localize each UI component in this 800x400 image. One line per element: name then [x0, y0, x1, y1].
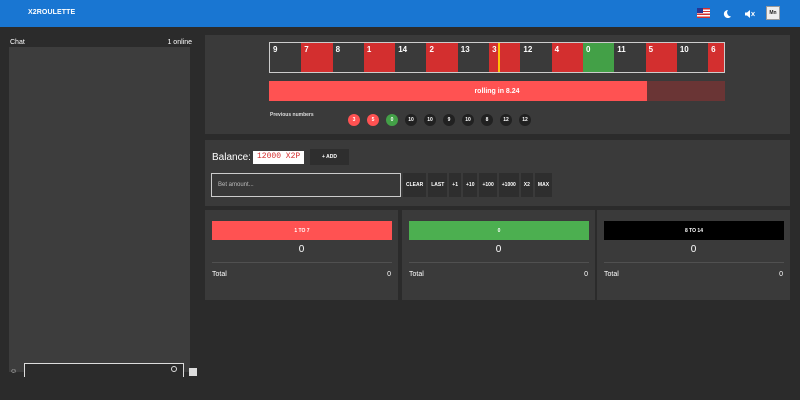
bet-high-total: 0 — [779, 271, 783, 278]
roulette-cell-number: 14 — [398, 45, 408, 54]
bet-max-button[interactable]: MAX — [534, 173, 553, 197]
emoji-icon[interactable]: ☺ — [10, 368, 17, 375]
balance-label: Balance: — [212, 152, 251, 163]
bet-high-button[interactable]: 8 TO 14 — [604, 221, 784, 240]
roulette-cell-number: 3 — [492, 45, 497, 54]
previous-number: 12 — [500, 114, 512, 126]
roulette-cell-number: 11 — [617, 45, 626, 54]
previous-numbers-label: Previous numbers — [270, 112, 314, 118]
bet-column-high: 8 TO 14 0 Total 0 — [597, 210, 790, 300]
bet-low-total: 0 — [387, 271, 391, 278]
roulette-cell-number: 8 — [335, 45, 341, 54]
previous-number: 3 — [348, 114, 360, 126]
divider — [604, 262, 784, 263]
bet-plus-100-button[interactable]: +100 — [479, 173, 497, 197]
bet-column-low: 1 TO 7 0 Total 0 — [205, 210, 398, 300]
send-button[interactable] — [189, 368, 197, 376]
brand-logo[interactable]: X2ROULETTE — [28, 9, 75, 16]
moon-icon[interactable] — [720, 7, 733, 20]
chat-messages[interactable] — [9, 47, 190, 372]
roulette-cell: 14 — [395, 43, 427, 72]
bet-card: Balance: 12000 X2P + ADD Bet amount... C… — [205, 140, 790, 206]
chat-input-icon[interactable] — [171, 366, 177, 372]
roulette-cell-number: 9 — [273, 45, 278, 54]
roulette-cell: 12 — [520, 43, 552, 72]
bet-zero-total-label: Total — [409, 271, 424, 278]
previous-number: 10 — [462, 114, 474, 126]
bet-high-amount: 0 — [690, 244, 697, 255]
roulette-cell: 9 — [270, 43, 302, 72]
bet-column-zero: 0 0 Total 0 — [402, 210, 595, 300]
volume-mute-icon[interactable] — [743, 7, 756, 20]
previous-number: 10 — [405, 114, 417, 126]
roulette-cell: 0 — [582, 43, 615, 72]
user-avatar[interactable]: Mn — [766, 6, 780, 20]
bet-amount-input[interactable]: Bet amount... — [211, 173, 401, 197]
bet-zero-total: 0 — [584, 271, 588, 278]
chat-panel: Chat 1 online — [0, 27, 198, 400]
bet-zero-amount: 0 — [495, 244, 502, 255]
roll-progress: rolling in 8.24 — [269, 81, 725, 101]
previous-number: 5 — [367, 114, 379, 126]
roulette-cell-number: 7 — [304, 45, 309, 54]
bet-low-button[interactable]: 1 TO 7 — [212, 221, 392, 240]
roulette-cell: 2 — [426, 43, 458, 72]
roulette-cell-number: 2 — [429, 45, 434, 54]
us-flag-icon[interactable] — [697, 8, 710, 18]
roulette-cell-number: 6 — [711, 45, 716, 54]
bet-plus-1-button[interactable]: +1 — [449, 173, 461, 197]
roulette-cell: 11 — [614, 43, 646, 72]
roulette-cell: 5 — [645, 43, 677, 72]
bet-zero-button[interactable]: 0 — [409, 221, 589, 240]
bet-plus-10-button[interactable]: +10 — [463, 173, 478, 197]
previous-number: 9 — [443, 114, 455, 126]
chat-title: Chat — [10, 39, 25, 46]
online-count: 1 online — [167, 39, 192, 46]
roll-status: rolling in 8.24 — [474, 87, 520, 95]
bet-x2-button[interactable]: X2 — [520, 173, 533, 197]
divider — [409, 262, 589, 263]
add-balance-button[interactable]: + ADD — [310, 149, 349, 165]
roulette-cell-number: 10 — [679, 45, 689, 54]
previous-number: 8 — [481, 114, 493, 126]
bet-low-total-label: Total — [212, 271, 227, 278]
roulette-cell: 7 — [301, 43, 333, 72]
roulette-cell-number: 13 — [460, 45, 470, 54]
top-app-bar: X2ROULETTE Mn — [0, 0, 800, 27]
roulette-cell: 1 — [363, 43, 396, 72]
roulette-cell: 8 — [332, 43, 364, 72]
bet-modifier-buttons: CLEAR LAST +1 +10 +100 +1000 X2 MAX — [403, 173, 553, 197]
previous-number: 0 — [386, 114, 398, 126]
previous-numbers: 3 5 0 10 10 9 10 8 12 12 — [348, 114, 531, 126]
roulette-cell: 10 — [676, 43, 709, 72]
bet-clear-button[interactable]: CLEAR — [403, 173, 427, 197]
roulette-cell-number: 12 — [523, 45, 533, 54]
bet-plus-1000-button[interactable]: +1000 — [498, 173, 519, 197]
roulette-cell-number: 0 — [585, 45, 591, 54]
roulette-cell: 6 — [708, 43, 724, 72]
balance-value: 12000 X2P — [253, 151, 305, 164]
roulette-cell-number: 1 — [366, 45, 372, 54]
roulette-cell-number: 5 — [648, 45, 654, 54]
roulette-card: 9 7 8 1 14 2 13 3 12 4 0 11 5 10 6 rolling in 8.24 Pre… — [205, 35, 790, 134]
bet-low-amount: 0 — [298, 244, 305, 255]
previous-number: 10 — [424, 114, 436, 126]
bet-last-button[interactable]: LAST — [428, 173, 448, 197]
roulette-cell-number: 4 — [554, 45, 560, 54]
previous-number: 12 — [519, 114, 531, 126]
chat-input[interactable] — [24, 363, 184, 377]
roulette-pointer — [498, 43, 500, 72]
roulette-cell: 4 — [551, 43, 583, 72]
roulette-strip: 9 7 8 1 14 2 13 3 12 4 0 11 5 10 6 — [269, 42, 725, 73]
divider — [212, 262, 392, 263]
roulette-cell: 3 — [489, 43, 521, 72]
roulette-cell: 13 — [457, 43, 490, 72]
bet-high-total-label: Total — [604, 271, 619, 278]
